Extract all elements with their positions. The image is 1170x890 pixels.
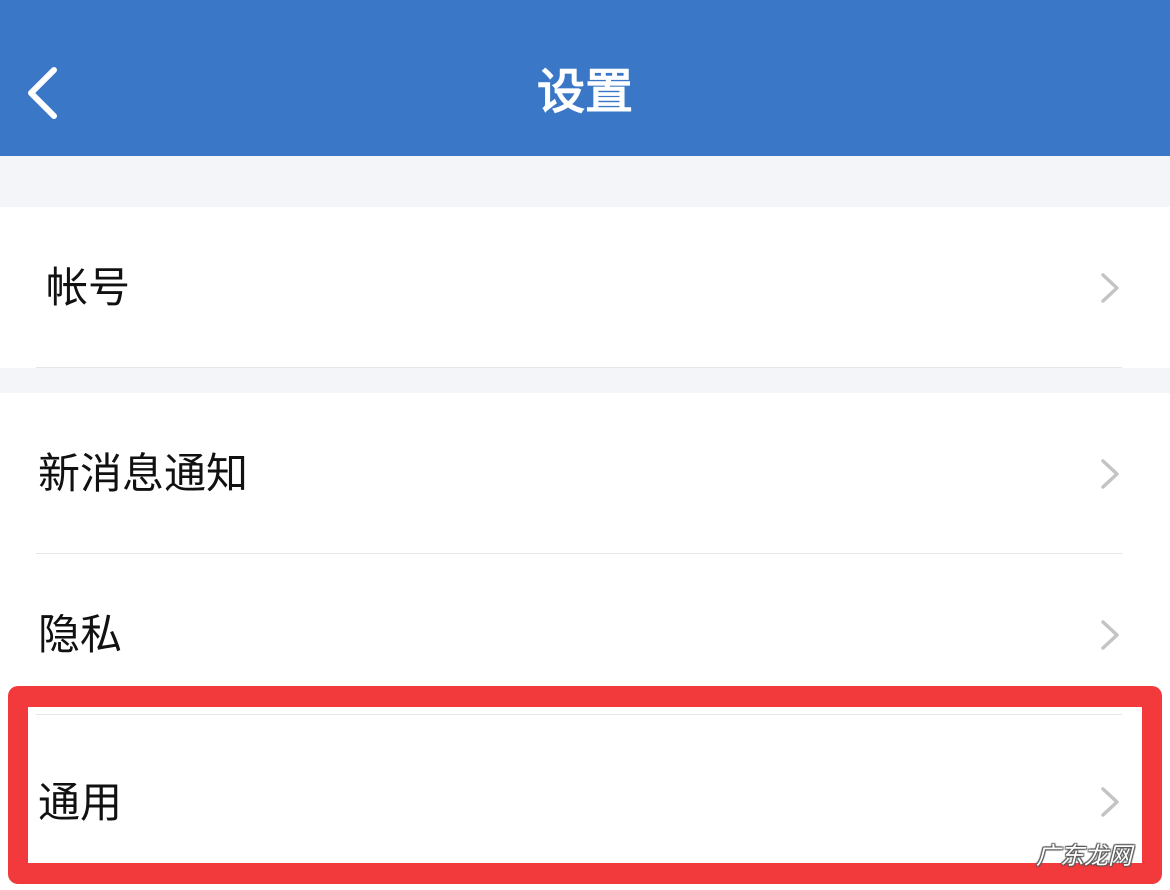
settings-item-general[interactable]: 通用	[0, 715, 1170, 890]
settings-section-account: 帐号	[0, 207, 1170, 368]
settings-item-account[interactable]: 帐号	[0, 207, 1170, 368]
settings-item-notifications[interactable]: 新消息通知	[0, 393, 1170, 554]
chevron-right-icon	[1101, 620, 1119, 650]
settings-item-privacy[interactable]: 隐私	[0, 554, 1170, 715]
settings-item-label: 通用	[38, 778, 123, 827]
settings-item-label: 隐私	[38, 610, 123, 659]
settings-section-general: 新消息通知 隐私 通用	[0, 393, 1170, 890]
chevron-right-icon	[1101, 459, 1119, 489]
divider	[36, 367, 1122, 368]
chevron-right-icon	[1101, 273, 1119, 303]
watermark: 广东龙网	[1036, 842, 1132, 870]
settings-item-label: 帐号	[46, 263, 131, 312]
page-title: 设置	[536, 64, 633, 120]
settings-item-label: 新消息通知	[38, 449, 249, 498]
nav-bar: 设置	[0, 0, 1170, 156]
chevron-right-icon	[1101, 787, 1119, 817]
